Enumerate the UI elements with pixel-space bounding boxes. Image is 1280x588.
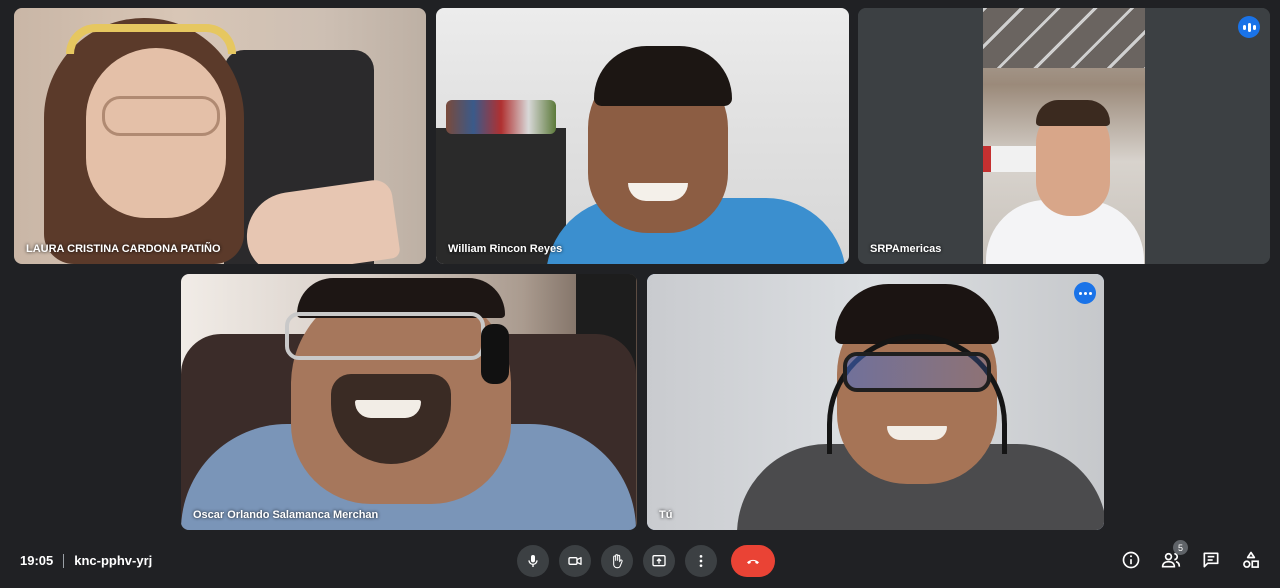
microphone-button[interactable] <box>517 545 549 577</box>
camera-button[interactable] <box>559 545 591 577</box>
speaking-indicator-icon <box>1238 16 1260 38</box>
participant-name: SRPAmericas <box>870 243 942 255</box>
end-call-icon <box>747 559 759 564</box>
participant-name: Oscar Orlando Salamanca Merchan <box>193 509 379 521</box>
call-controls <box>517 545 775 577</box>
participant-name: William Rincon Reyes <box>448 243 563 255</box>
more-options-icon[interactable] <box>1074 282 1096 304</box>
activities-button[interactable] <box>1240 549 1262 571</box>
self-participant-tile[interactable]: Tú <box>647 274 1104 530</box>
participant-count-badge: 5 <box>1173 540 1188 555</box>
meet-call-screen: LAURA CRISTINA CARDONA PATIÑO William Ri… <box>0 0 1280 588</box>
raise-hand-button[interactable] <box>601 545 633 577</box>
participant-name: Tú <box>659 509 673 521</box>
meeting-code: knc-pphv-yrj <box>74 553 153 568</box>
participant-tile[interactable]: William Rincon Reyes <box>436 8 849 264</box>
meeting-time: 19:05 <box>20 553 54 568</box>
bottom-toolbar: 19:05 knc-pphv-yrj 5 <box>0 540 1280 588</box>
more-vert-icon <box>699 555 703 567</box>
present-screen-button[interactable] <box>643 545 675 577</box>
meeting-details-button[interactable] <box>1120 549 1142 571</box>
more-options-button[interactable] <box>685 545 717 577</box>
camera-icon <box>568 557 582 565</box>
present-screen-icon <box>652 555 666 567</box>
participant-tile[interactable]: Oscar Orlando Salamanca Merchan <box>181 274 637 530</box>
people-button[interactable]: 5 <box>1160 540 1188 571</box>
participant-tile[interactable]: LAURA CRISTINA CARDONA PATIÑO <box>14 8 426 264</box>
divider <box>63 553 65 568</box>
participant-name: LAURA CRISTINA CARDONA PATIÑO <box>26 243 221 255</box>
meeting-info: 19:05 knc-pphv-yrj <box>20 553 152 568</box>
chat-button[interactable] <box>1200 549 1222 571</box>
chat-icon <box>1203 552 1219 568</box>
side-panel-toggles: 5 <box>1120 540 1262 571</box>
raise-hand-icon <box>613 554 623 569</box>
end-call-button[interactable] <box>731 545 775 577</box>
activities-icon <box>1243 551 1259 568</box>
microphone-icon <box>528 555 538 567</box>
participant-tile[interactable]: SRPAmericas <box>858 8 1270 264</box>
info-icon <box>1122 551 1140 569</box>
